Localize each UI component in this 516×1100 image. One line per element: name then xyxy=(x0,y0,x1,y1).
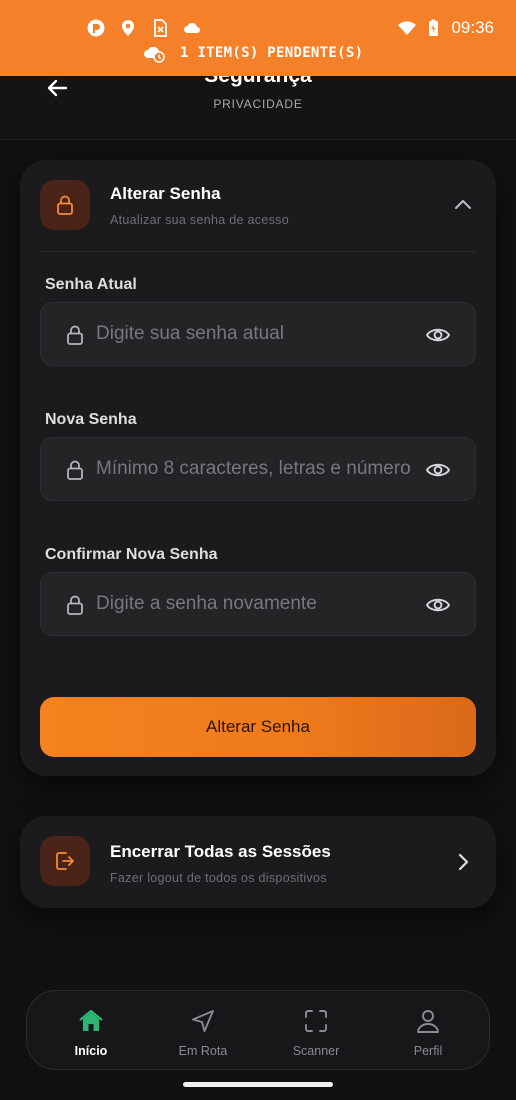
pending-sync-indicator[interactable]: 1 ITEM(S) PENDENTE(S) xyxy=(142,42,363,64)
eye-icon[interactable] xyxy=(425,458,451,482)
card-divider xyxy=(40,251,476,252)
pending-items-text: 1 ITEM(S) PENDENTE(S) xyxy=(180,45,364,61)
current-password-input[interactable] xyxy=(96,303,416,365)
status-bar: 09:36 1 ITEM(S) PENDENTE(S) xyxy=(0,0,516,76)
home-icon xyxy=(79,1009,103,1031)
user-icon xyxy=(417,1010,439,1033)
card-icon-container xyxy=(40,180,90,230)
cloud-icon xyxy=(184,22,200,33)
battery-icon xyxy=(429,19,439,36)
end-all-sessions-item[interactable]: Encerrar Todas as Sessões Fazer logout d… xyxy=(20,816,496,908)
chevron-right-icon xyxy=(458,853,469,871)
current-password-field xyxy=(40,302,476,366)
location-pin-icon xyxy=(122,20,134,36)
nav-item-em-rota[interactable]: Em Rota xyxy=(153,991,253,1071)
bottom-navigation: Início Em Rota Scanner Perfil xyxy=(26,990,490,1070)
navigation-icon xyxy=(192,1010,214,1032)
wifi-icon xyxy=(398,21,417,35)
notification-app-icon xyxy=(87,19,105,37)
sim-card-icon xyxy=(154,19,167,37)
status-time: 09:36 xyxy=(451,18,494,37)
lock-icon xyxy=(67,595,83,615)
nav-item-perfil[interactable]: Perfil xyxy=(378,991,478,1071)
status-right-icons: 09:36 xyxy=(397,18,494,38)
change-password-button-label: Alterar Senha xyxy=(206,717,310,736)
confirm-password-label: Confirmar Nova Senha xyxy=(45,546,218,563)
home-indicator[interactable] xyxy=(183,1082,333,1087)
chevron-up-icon xyxy=(455,200,471,209)
confirm-password-field xyxy=(40,572,476,636)
confirm-password-input[interactable] xyxy=(96,573,416,635)
eye-icon[interactable] xyxy=(425,593,451,617)
nav-label-scanner: Scanner xyxy=(292,1044,340,1058)
change-password-button[interactable]: Alterar Senha xyxy=(40,697,476,757)
nav-item-inicio[interactable]: Início xyxy=(41,991,141,1071)
page-title: Segurança xyxy=(0,76,516,88)
sessions-subtitle: Fazer logout de todos os dispositivos xyxy=(110,871,327,885)
new-password-input[interactable] xyxy=(96,438,410,500)
current-password-label: Senha Atual xyxy=(45,276,137,293)
logout-icon xyxy=(56,852,74,870)
nav-label-em-rota: Em Rota xyxy=(178,1044,228,1058)
nav-item-scanner[interactable]: Scanner xyxy=(266,991,366,1071)
lock-icon xyxy=(67,460,83,480)
new-password-field xyxy=(40,437,476,501)
cloud-sync-icon xyxy=(144,46,165,63)
lock-icon xyxy=(57,195,73,215)
status-left-icons xyxy=(86,18,202,38)
nav-label-inicio: Início xyxy=(74,1044,108,1058)
collapse-button[interactable] xyxy=(450,194,476,216)
sessions-icon-container xyxy=(40,836,90,886)
card-title: Alterar Senha xyxy=(110,184,221,203)
page-subtitle: PRIVACIDADE xyxy=(213,97,303,111)
eye-icon[interactable] xyxy=(425,323,451,347)
new-password-label: Nova Senha xyxy=(45,411,137,428)
nav-label-perfil: Perfil xyxy=(413,1044,443,1058)
change-password-card: Alterar Senha Atualizar sua senha de ace… xyxy=(20,160,496,776)
app-header: Segurança PRIVACIDADE xyxy=(0,76,516,140)
lock-icon xyxy=(67,325,83,345)
sessions-title: Encerrar Todas as Sessões xyxy=(110,842,331,861)
scan-icon xyxy=(305,1010,327,1032)
card-subtitle: Atualizar sua senha de acesso xyxy=(110,213,289,227)
